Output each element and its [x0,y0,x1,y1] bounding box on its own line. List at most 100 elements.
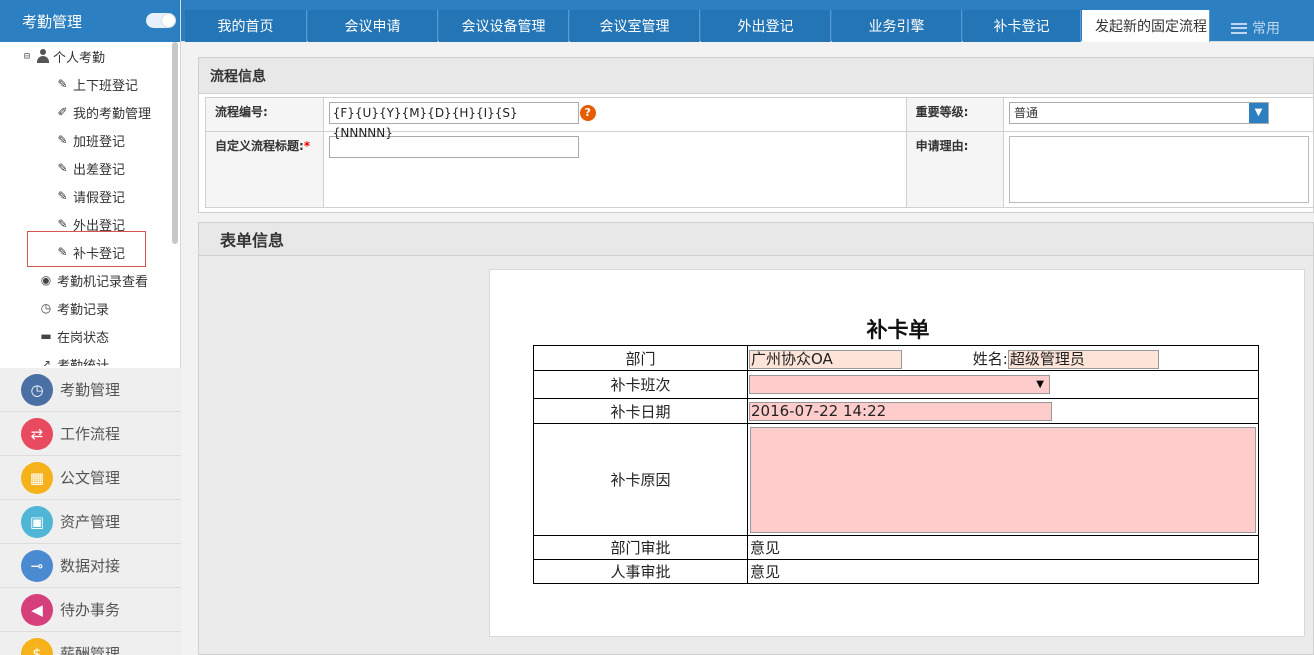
module-label: 工作流程 [60,425,121,443]
tree-item-machine-records[interactable]: ◉ 考勤机记录查看 [38,269,148,291]
sidebar-tree: ⊟ 个人考勤 ✎ 上下班登记 ✐ 我的考勤管理 ✎ 加班登记 ✎ 出差登记 ✎ … [0,42,181,366]
dept-cell: 广州协众OA 姓名: 超级管理员 [747,345,1259,371]
form-info-panel: 表单信息 补卡单 部门 广州协众OA 姓名: 超级管理员 补卡班次 ▼ 补卡日期… [198,222,1314,655]
tab-meeting-room[interactable]: 会议室管理 [570,10,700,42]
tree-item-attendance-records[interactable]: ◷ 考勤记录 [38,297,109,319]
tree-item-business-trip[interactable]: ✎ 出差登记 [55,157,125,179]
main-content: 流程信息 流程编号: {F}{U}{Y}{M}{D}{H}{I}{S}{NNNN… [188,42,1314,655]
collapse-icon[interactable]: ⊟ [24,51,36,62]
flow-icon: ⇄ [21,417,53,450]
reason-label: 申请理由: [905,131,1005,208]
form-paper: 补卡单 部门 广州协众OA 姓名: 超级管理员 补卡班次 ▼ 补卡日期 2016… [489,269,1305,637]
tree-item-attendance-stats[interactable]: ↗ 考勤统计 [38,353,109,366]
tree-item-on-duty-status[interactable]: ▬ 在岗状态 [38,325,109,347]
required-mark: * [303,139,311,153]
dept-approval-value: 意见 [747,535,1259,560]
pencil-icon: ✐ [57,105,68,119]
module-label: 薪酬管理 [60,645,121,655]
tab-meeting-request[interactable]: 会议申请 [308,10,438,42]
person-icon [36,49,50,63]
sidebar: 考勤管理 ⊟ 个人考勤 ✎ 上下班登记 ✐ 我的考勤管理 ✎ 加班登记 ✎ 出差… [0,0,181,655]
tab-home[interactable]: 我的首页 [185,10,307,42]
form-title: 补卡单 [866,318,930,342]
speaker-icon: ◀ [21,593,53,626]
module-label: 考勤管理 [60,381,121,399]
flow-info-table: 流程编号: {F}{U}{Y}{M}{D}{H}{I}{S}{NNNNN} ? … [205,97,1314,208]
custom-title-label-cell: 自定义流程标题:* [205,131,324,208]
tab-card-supplement[interactable]: 补卡登记 [963,10,1081,42]
name-field[interactable]: 超级管理员 [1007,349,1159,369]
priority-select[interactable]: 普通 ▼ [1009,102,1269,124]
tab-meeting-equipment[interactable]: 会议设备管理 [439,10,569,42]
sidebar-toggle-switch[interactable] [146,13,176,28]
tree-item-label: 考勤记录 [57,302,110,318]
date-cell: 2016-07-22 14:22 [747,398,1259,424]
help-icon[interactable]: ? [579,105,596,121]
tab-going-out[interactable]: 外出登记 [701,10,831,42]
flow-number-cell: {F}{U}{Y}{M}{D}{H}{I}{S}{NNNNN} ? [322,97,907,140]
dept-field[interactable]: 广州协众OA [749,349,902,369]
tree-item-label: 考勤机记录查看 [57,274,149,290]
frequent-menu-label: 常用 [1252,21,1280,37]
tree-item-label: 在岗状态 [57,330,110,346]
tree-item-clock-in[interactable]: ✎ 上下班登记 [55,73,138,95]
edit-icon: ✎ [57,189,68,203]
doc-icon: ▦ [21,461,53,494]
module-list: ◷ 考勤管理 ⇄ 工作流程 ▦ 公文管理 ▣ 资产管理 ⊸ 数据对接 ◀ 待办事… [0,368,181,655]
tree-item-label: 考勤统计 [57,358,110,367]
date-label: 补卡日期 [533,398,748,424]
clock-icon: ◷ [21,373,53,406]
edit-icon: ✎ [57,161,68,175]
sidebar-title: 考勤管理 [22,12,83,31]
stats-icon: ↗ [40,357,52,366]
module-documents[interactable]: ▦ 公文管理 [0,456,181,500]
module-assets[interactable]: ▣ 资产管理 [0,500,181,544]
date-field[interactable]: 2016-07-22 14:22 [749,401,1052,421]
module-data-integration[interactable]: ⊸ 数据对接 [0,544,181,588]
reason-textarea[interactable] [1009,136,1309,203]
module-workflow[interactable]: ⇄ 工作流程 [0,412,181,456]
flow-number-label: 流程编号: [205,97,324,132]
selection-highlight [27,231,146,267]
reason-textarea[interactable] [750,426,1256,533]
tree-item-label: 上下班登记 [73,78,139,94]
edit-icon: ✎ [57,133,68,147]
reason-label: 补卡原因 [533,423,748,536]
dept-approval-label: 部门审批 [533,535,748,560]
frequent-menu-button[interactable]: 常用 [1231,18,1280,38]
shift-select[interactable]: ▼ [749,375,1050,394]
chevron-down-icon[interactable]: ▼ [1249,103,1268,123]
plug-icon: ⊸ [21,549,53,582]
tree-item-my-attendance[interactable]: ✐ 我的考勤管理 [55,101,151,123]
clock-icon: ◷ [40,301,52,315]
card-icon: ▬ [40,329,52,343]
reason-cell [1003,131,1314,208]
shift-label: 补卡班次 [533,370,748,399]
tree-item-leave[interactable]: ✎ 请假登记 [55,185,125,207]
module-label: 待办事务 [60,601,121,619]
module-payroll[interactable]: $ 薪酬管理 [0,632,181,655]
tree-item-label: 请假登记 [73,190,126,206]
tree-node-label: 个人考勤 [53,50,106,66]
tree-node-personal-attendance[interactable]: ⊟ 个人考勤 [24,46,105,66]
custom-title-label: 自定义流程标题: [215,139,304,153]
module-label: 数据对接 [60,557,121,575]
sidebar-scrollbar[interactable] [172,42,178,244]
edit-icon: ✎ [57,77,68,91]
tab-business-engine[interactable]: 业务引擎 [832,10,962,42]
module-todo[interactable]: ◀ 待办事务 [0,588,181,632]
money-icon: $ [21,637,53,655]
tree-item-overtime[interactable]: ✎ 加班登记 [55,129,125,151]
eye-icon: ◉ [40,273,52,287]
hr-approval-value: 意见 [747,559,1259,584]
tab-new-fixed-process[interactable]: 发起新的固定流程 [1082,10,1210,42]
flow-info-panel: 流程信息 流程编号: {F}{U}{Y}{M}{D}{H}{I}{S}{NNNN… [198,57,1314,213]
dropdown-arrow-icon: ▼ [1036,379,1044,390]
module-attendance[interactable]: ◷ 考勤管理 [0,368,181,412]
flow-number-input[interactable]: {F}{U}{Y}{M}{D}{H}{I}{S}{NNNNN} [328,102,579,140]
tab-bar: 我的首页 会议申请 会议设备管理 会议室管理 外出登记 业务引擎 补卡登记 发起… [181,0,1314,42]
priority-cell: 普通 ▼ [1003,97,1314,132]
module-label: 公文管理 [60,469,121,487]
custom-title-cell [322,131,907,208]
shift-cell: ▼ [747,370,1259,399]
